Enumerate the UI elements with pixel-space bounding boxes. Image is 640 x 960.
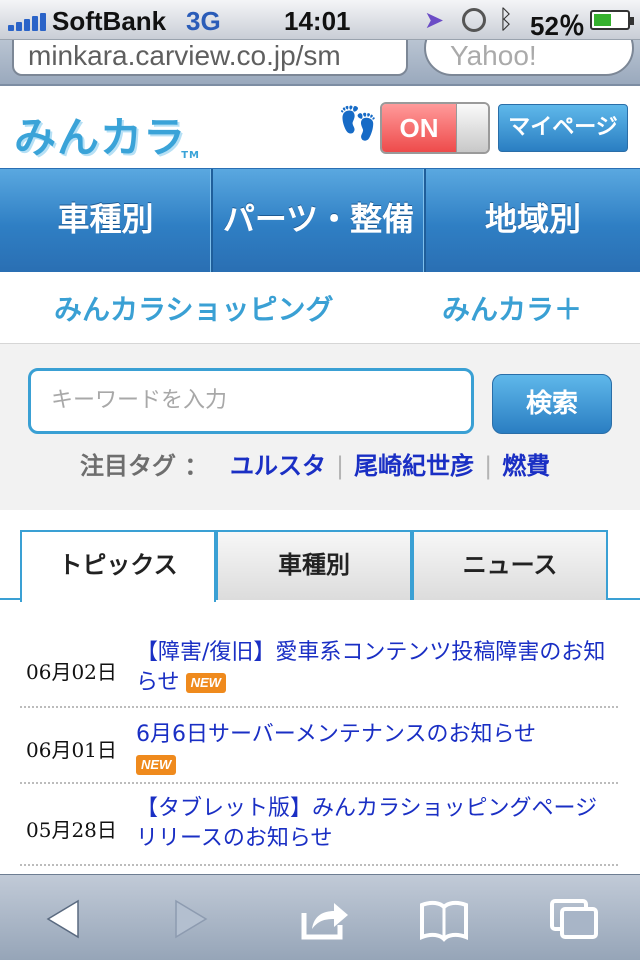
news-title-text: 6月6日サーバーメンテナンスのお知らせ xyxy=(136,722,537,747)
network-type: 3G xyxy=(186,6,221,36)
bookmarks-icon[interactable] xyxy=(414,895,474,943)
battery-icon xyxy=(590,10,634,30)
logo-trademark: TM xyxy=(181,150,201,161)
clock-icon xyxy=(462,8,486,32)
browser-toolbar xyxy=(0,874,640,960)
keyword-search-input[interactable]: キーワードを入力 xyxy=(28,368,474,434)
tab-news[interactable]: ニュース xyxy=(412,530,608,600)
tag-separator: | xyxy=(336,452,345,480)
list-item: 06月02日 【障害/復旧】愛車系コンテンツ投稿障害のお知らせ NEW xyxy=(20,632,618,708)
tags-label: 注目タグ ： xyxy=(80,452,209,480)
footprint-toggle[interactable]: ON xyxy=(380,102,490,154)
bluetooth-icon: ᛒ xyxy=(498,4,514,34)
search-button[interactable]: 検索 xyxy=(492,374,612,434)
list-item: 05月28日 【タブレット版】みんカラショッピングページリリースのお知らせ xyxy=(20,784,618,866)
tag-separator: | xyxy=(484,452,493,480)
news-date: 05月28日 xyxy=(26,818,117,842)
sub-links: みんカラショッピング みんカラ＋ xyxy=(0,272,640,344)
forward-arrow-icon[interactable] xyxy=(160,895,220,943)
list-item: 06月01日 6月6日サーバーメンテナンスのお知らせ NEW xyxy=(20,708,618,784)
site-logo[interactable]: みんカラ TM xyxy=(14,104,199,165)
toggle-knob xyxy=(456,104,488,152)
carrier-name: SoftBank xyxy=(52,6,167,36)
status-time: 14:01 xyxy=(284,6,351,36)
status-bar: SoftBank 3G 14:01 ➤ ᛒ 52％ xyxy=(0,0,640,41)
back-arrow-icon[interactable] xyxy=(34,895,94,943)
footprints-icon: 👣 xyxy=(338,104,378,142)
new-badge: NEW xyxy=(136,755,177,775)
tag-link[interactable]: 尾崎紀世彦 xyxy=(354,452,474,480)
site-header: みんカラ TM 👣 ON マイページ xyxy=(0,86,640,168)
news-title-text: 【タブレット版】みんカラショッピングページリリースのお知らせ xyxy=(136,796,598,851)
featured-tags: 注目タグ ： ユルスタ | 尾崎紀世彦 | 燃費 xyxy=(80,446,550,482)
news-title-link[interactable]: 【障害/復旧】愛車系コンテンツ投稿障害のお知らせ NEW xyxy=(136,638,614,698)
nav-item-parts[interactable]: パーツ・整備 xyxy=(213,169,426,273)
mypage-button[interactable]: マイページ xyxy=(498,104,628,152)
signal-icon xyxy=(8,11,48,31)
browser-address-bar: minkara.carview.co.jp/sm Yahoo! xyxy=(0,40,640,86)
nav-item-car-models[interactable]: 車種別 xyxy=(0,169,213,273)
shopping-link[interactable]: みんカラショッピング xyxy=(54,288,333,328)
tab-car-models[interactable]: 車種別 xyxy=(216,530,412,600)
new-badge: NEW xyxy=(185,673,226,693)
location-arrow-icon: ➤ xyxy=(424,7,445,34)
share-icon[interactable] xyxy=(294,895,354,943)
news-date: 06月01日 xyxy=(26,738,117,762)
search-area: キーワードを入力 検索 注目タグ ： ユルスタ | 尾崎紀世彦 | 燃費 xyxy=(0,344,640,510)
logo-text: みんカラ xyxy=(14,113,187,162)
tag-link[interactable]: 燃費 xyxy=(502,452,550,480)
content-tabs: トピックス 車種別 ニュース xyxy=(0,510,640,602)
pages-icon[interactable] xyxy=(544,895,604,943)
news-list: 06月02日 【障害/復旧】愛車系コンテンツ投稿障害のお知らせ NEW 06月01… xyxy=(0,602,640,874)
url-field[interactable]: minkara.carview.co.jp/sm xyxy=(12,40,408,76)
main-nav: 車種別 パーツ・整備 地域別 xyxy=(0,168,640,273)
nav-item-region[interactable]: 地域別 xyxy=(426,169,640,273)
tab-topics[interactable]: トピックス xyxy=(20,530,216,602)
battery-percent: 52％ xyxy=(530,11,585,41)
minkara-plus-link[interactable]: みんカラ＋ xyxy=(442,288,582,328)
news-date: 06月02日 xyxy=(26,660,117,684)
browser-search-field[interactable]: Yahoo! xyxy=(424,40,634,76)
toggle-on-label: ON xyxy=(382,104,456,152)
news-title-link[interactable]: 【タブレット版】みんカラショッピングページリリースのお知らせ xyxy=(136,794,614,854)
tag-link[interactable]: ユルスタ xyxy=(230,452,326,480)
news-title-link[interactable]: 6月6日サーバーメンテナンスのお知らせ NEW xyxy=(136,720,614,780)
